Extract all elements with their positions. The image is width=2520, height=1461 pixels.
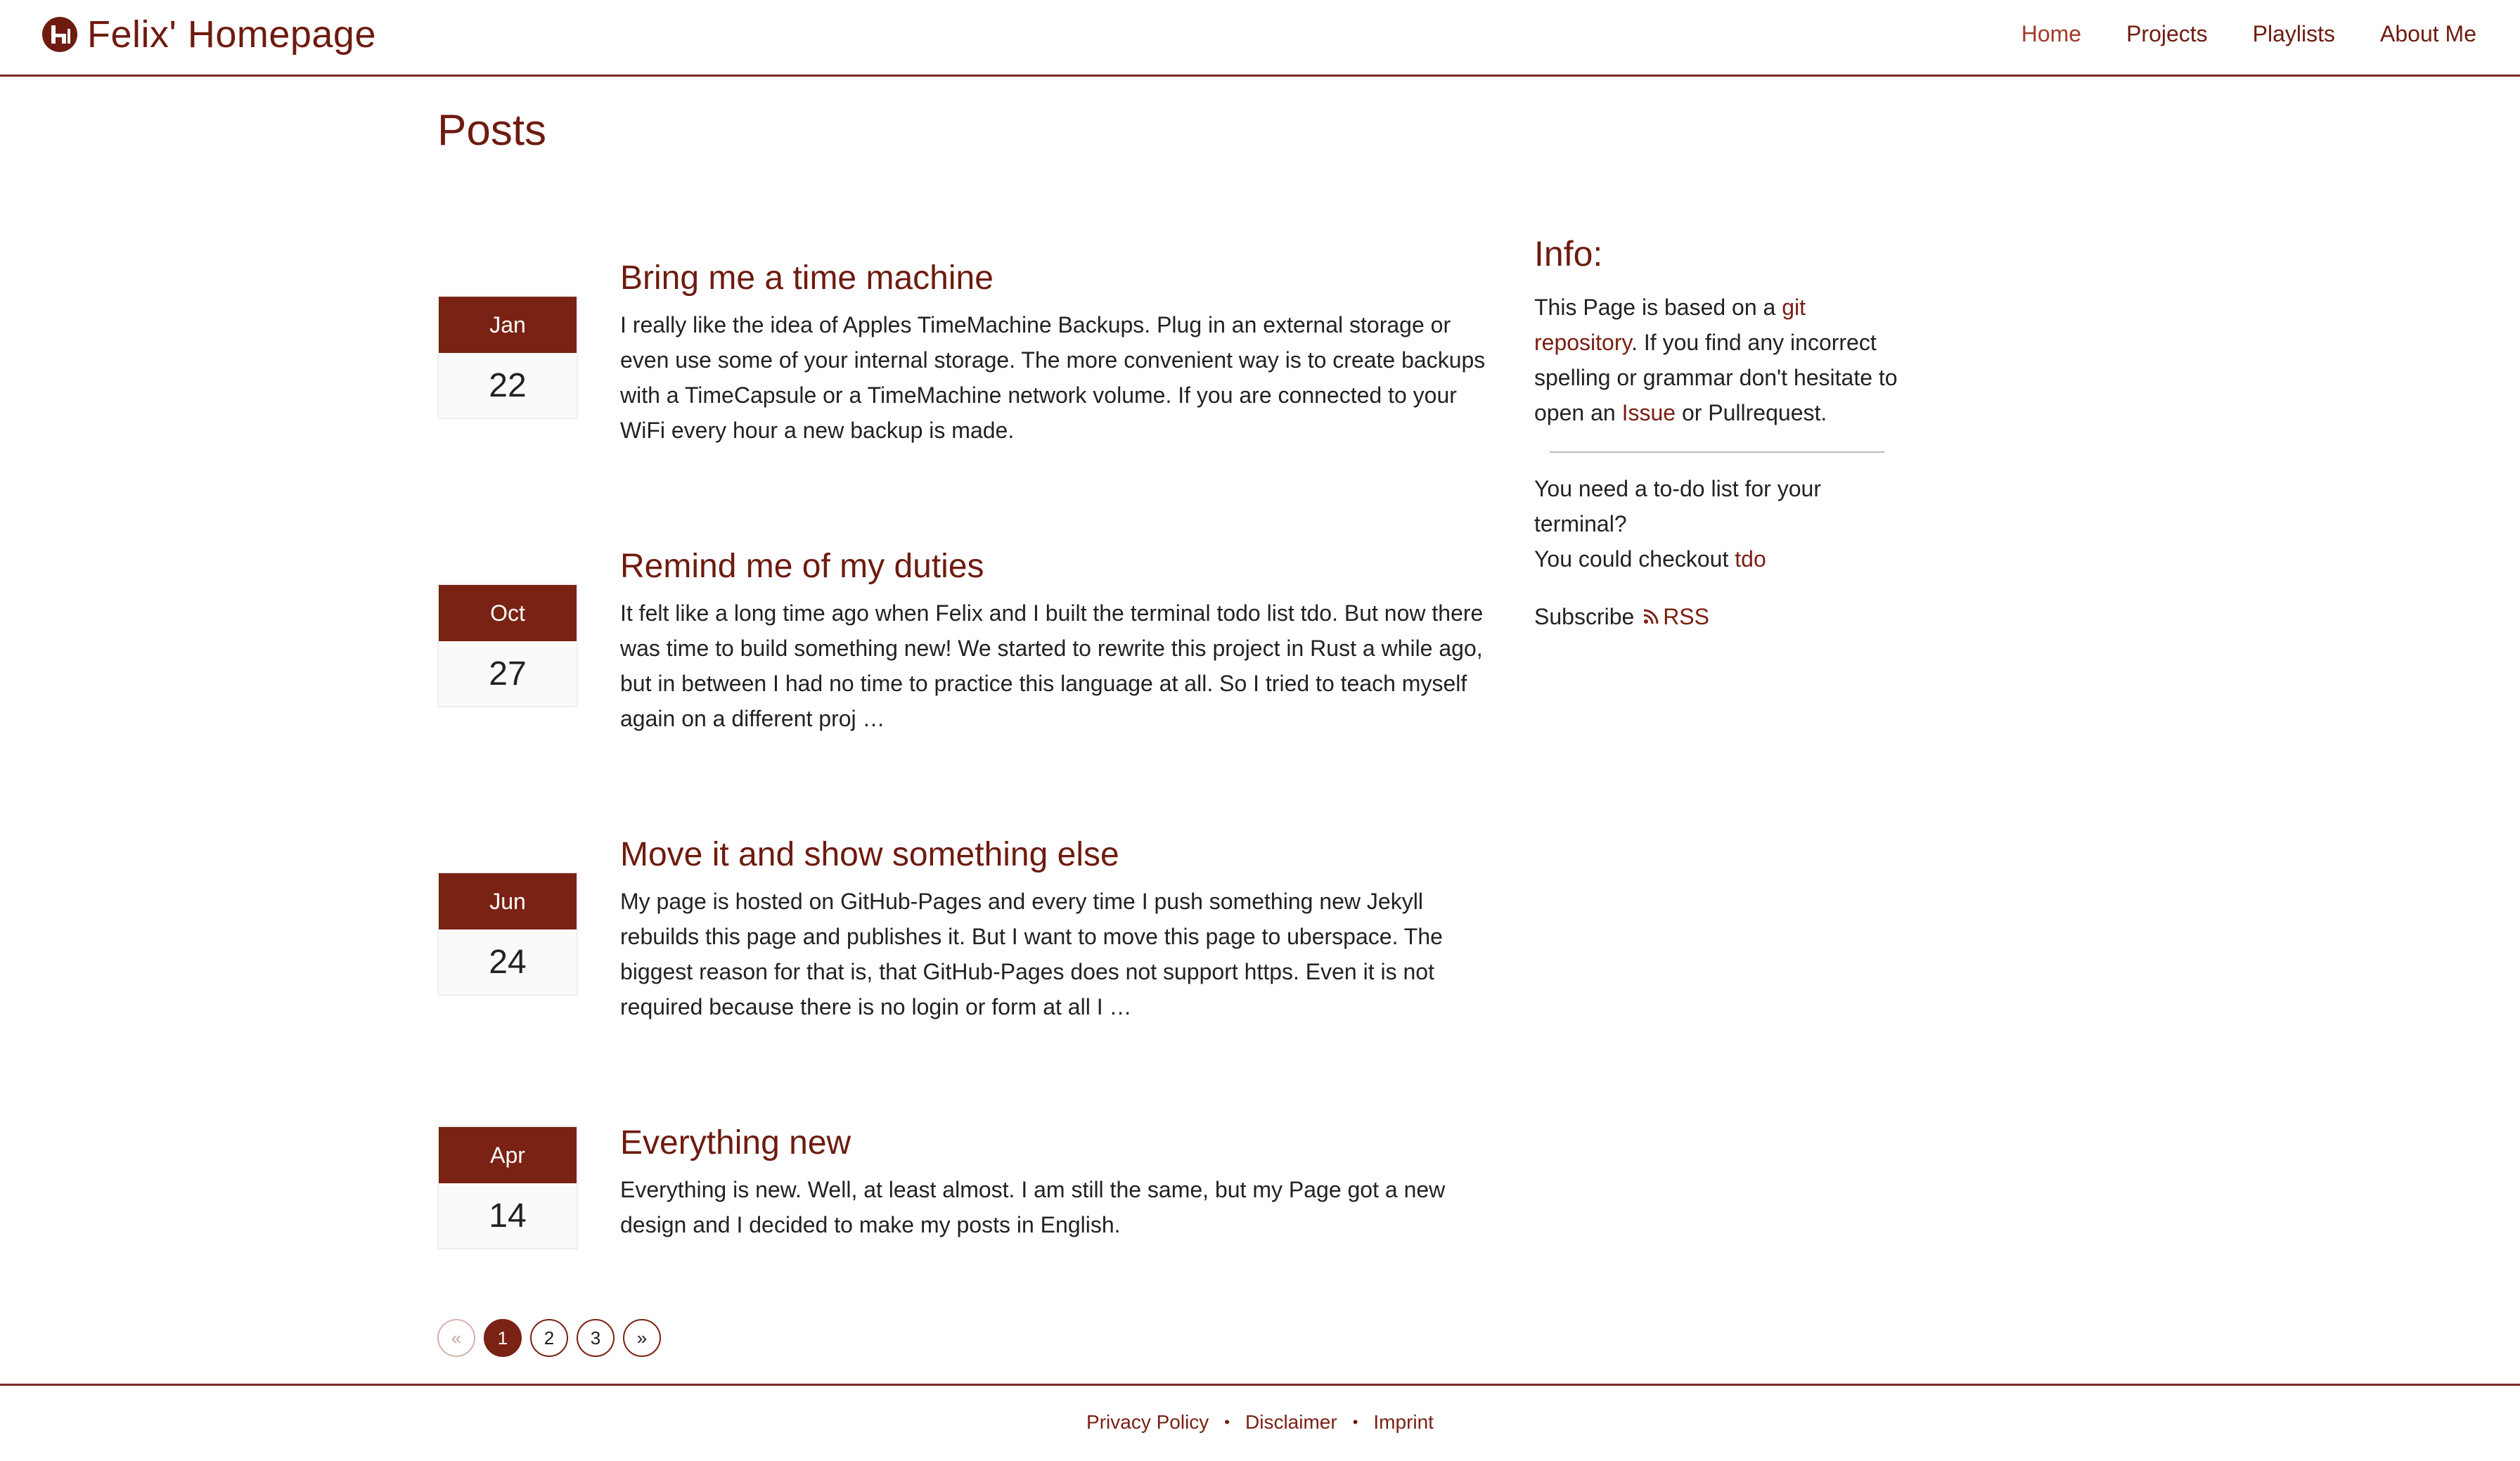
post-title-link[interactable]: Bring me a time machine bbox=[620, 259, 1499, 297]
footer-separator: • bbox=[1224, 1413, 1230, 1431]
post-day: 24 bbox=[489, 943, 527, 981]
rss-link[interactable]: RSS bbox=[1640, 604, 1709, 629]
post-month: Apr bbox=[439, 1127, 577, 1183]
post-month: Jun bbox=[439, 873, 577, 929]
nav-about-me[interactable]: About Me bbox=[2380, 21, 2476, 47]
tdo-link[interactable]: tdo bbox=[1735, 546, 1766, 572]
issue-link[interactable]: Issue bbox=[1622, 400, 1676, 425]
rss-icon bbox=[1643, 599, 1659, 624]
pagination-page-2[interactable]: 2 bbox=[530, 1319, 568, 1357]
site-footer: Privacy Policy • Disclaimer • Imprint bbox=[0, 1384, 2520, 1461]
post-day: 14 bbox=[489, 1197, 527, 1235]
sidebar-divider bbox=[1550, 451, 1884, 453]
info-text-part: or Pullrequest. bbox=[1676, 400, 1827, 425]
post-body: Everything new Everything is new. Well, … bbox=[620, 1124, 1499, 1242]
post-day: 22 bbox=[489, 366, 527, 404]
imprint-link[interactable]: Imprint bbox=[1373, 1411, 1434, 1434]
subscribe-row: Subscribe RSS bbox=[1534, 599, 1900, 634]
pagination-prev-button[interactable]: « bbox=[437, 1319, 475, 1357]
info-text: This Page is based on a git repository. … bbox=[1534, 290, 1900, 430]
pagination-page-3[interactable]: 3 bbox=[577, 1319, 615, 1357]
post-title-link[interactable]: Everything new bbox=[620, 1124, 1499, 1162]
post-body: Bring me a time machine I really like th… bbox=[620, 259, 1499, 448]
pagination-page-1[interactable]: 1 bbox=[484, 1319, 522, 1357]
sidebar-title: Info: bbox=[1534, 234, 1603, 273]
subscribe-label: Subscribe bbox=[1534, 604, 1635, 629]
site-header: Felix' Homepage Home Projects Playlists … bbox=[0, 0, 2520, 77]
post-date: Jun 24 bbox=[437, 872, 578, 996]
nav-projects[interactable]: Projects bbox=[2126, 21, 2208, 47]
post-date: Oct 27 bbox=[437, 584, 578, 707]
main-nav: Home Projects Playlists About Me bbox=[2021, 21, 2476, 47]
page-title: Posts bbox=[437, 106, 547, 155]
info-text-part: This Page is based on a bbox=[1534, 295, 1782, 320]
privacy-policy-link[interactable]: Privacy Policy bbox=[1086, 1411, 1209, 1434]
nav-playlists[interactable]: Playlists bbox=[2253, 21, 2335, 47]
post-title-link[interactable]: Move it and show something else bbox=[620, 835, 1499, 874]
sidebar: Info: This Page is based on a git reposi… bbox=[1534, 233, 1900, 634]
post-title-link[interactable]: Remind me of my duties bbox=[620, 547, 1499, 586]
post-date: Jan 22 bbox=[437, 295, 578, 419]
pagination: « 1 2 3 » bbox=[437, 1319, 661, 1357]
disclaimer-link[interactable]: Disclaimer bbox=[1245, 1411, 1337, 1434]
post-day: 27 bbox=[489, 655, 527, 693]
pagination-next-button[interactable]: » bbox=[623, 1319, 661, 1357]
post-month: Oct bbox=[439, 585, 577, 641]
post-excerpt: My page is hosted on GitHub-Pages and ev… bbox=[620, 889, 1443, 1019]
checkout-label: You could checkout bbox=[1534, 546, 1735, 572]
post-excerpt: It felt like a long time ago when Felix … bbox=[620, 600, 1484, 731]
post-body: Move it and show something else My page … bbox=[620, 835, 1499, 1024]
todo-text: You need a to-do list for your terminal? bbox=[1534, 476, 1821, 536]
brand[interactable]: Felix' Homepage bbox=[42, 13, 376, 56]
post-body: Remind me of my duties It felt like a lo… bbox=[620, 547, 1499, 736]
nav-home[interactable]: Home bbox=[2021, 21, 2081, 47]
post-excerpt: I really like the idea of Apples TimeMac… bbox=[620, 312, 1486, 443]
rss-label: RSS bbox=[1663, 604, 1709, 629]
site-logo-icon bbox=[42, 17, 77, 52]
checkout-text: You could checkout tdo bbox=[1534, 541, 1900, 577]
site-title[interactable]: Felix' Homepage bbox=[87, 13, 376, 56]
post-date: Apr 14 bbox=[437, 1126, 578, 1249]
post-excerpt: Everything is new. Well, at least almost… bbox=[620, 1177, 1446, 1237]
footer-links: Privacy Policy • Disclaimer • Imprint bbox=[0, 1411, 2520, 1434]
footer-separator: • bbox=[1352, 1413, 1358, 1431]
post-month: Jan bbox=[439, 297, 577, 353]
